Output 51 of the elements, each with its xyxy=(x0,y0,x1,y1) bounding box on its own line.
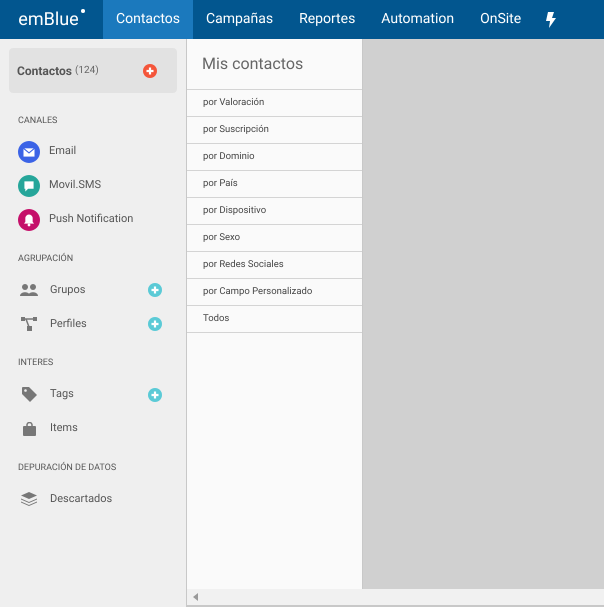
scroll-left-icon[interactable] xyxy=(193,593,198,601)
filter-item[interactable]: por Sexo xyxy=(187,225,362,252)
horizontal-scrollbar[interactable] xyxy=(187,589,604,607)
sidebar-item[interactable]: Email xyxy=(0,134,186,168)
nav-tab[interactable]: Automation xyxy=(368,0,468,39)
nav-tab[interactable]: Campañas xyxy=(193,0,286,39)
contacts-card[interactable]: Contactos (124) xyxy=(9,48,177,93)
item-label: Push Notification xyxy=(49,211,134,228)
add-icon[interactable] xyxy=(148,317,162,331)
panel-title: Mis contactos xyxy=(187,39,362,90)
sidebar-item[interactable]: Tags xyxy=(0,378,186,412)
item-label: Items xyxy=(49,420,79,436)
section-heading: DEPURACIÓN DE DATOS xyxy=(17,462,118,474)
hierarchy-icon xyxy=(21,317,37,331)
filter-item[interactable]: por Valoración xyxy=(187,90,362,117)
filter-item[interactable]: por Dominio xyxy=(187,144,362,171)
filter-item[interactable]: por Redes Sociales xyxy=(187,252,362,279)
people-icon xyxy=(20,284,38,296)
section-heading: INTERES xyxy=(17,357,54,370)
brand-logo[interactable]: emBlue xyxy=(18,6,85,33)
section-heading: CANALES xyxy=(17,115,58,128)
filter-item[interactable]: por Dispositivo xyxy=(187,198,362,225)
contacts-title: Contactos xyxy=(17,62,72,80)
sidebar-item[interactable]: Items xyxy=(0,412,186,446)
filter-item[interactable]: por País xyxy=(187,171,362,198)
item-label: Descartados xyxy=(49,490,114,507)
filter-item[interactable]: por Campo Personalizado xyxy=(187,279,362,306)
nav-tab[interactable]: Reportes xyxy=(286,0,368,39)
add-icon[interactable] xyxy=(143,64,157,78)
nav-tab[interactable]: Contactos xyxy=(103,0,194,39)
section-heading: AGRUPACIÓN xyxy=(17,252,74,266)
filter-item[interactable]: por Suscripción xyxy=(187,117,362,144)
sidebar-item[interactable]: Movil.SMS xyxy=(0,168,186,202)
shopping-bag-icon xyxy=(22,422,36,436)
contacts-count: (124) xyxy=(74,64,99,78)
bolt-icon[interactable] xyxy=(546,12,556,28)
item-label: Tags xyxy=(49,386,75,402)
item-label: Grupos xyxy=(49,282,86,298)
sidebar-item[interactable]: Grupos xyxy=(0,273,186,307)
item-label: Movil.SMS xyxy=(49,177,102,194)
item-label: Email xyxy=(49,143,78,160)
add-icon[interactable] xyxy=(148,388,162,402)
nav-tab[interactable]: OnSite xyxy=(467,0,534,39)
sidebar-item[interactable]: Descartados xyxy=(0,482,186,516)
add-icon[interactable] xyxy=(148,283,162,297)
item-label: Perfiles xyxy=(49,316,88,332)
filter-item[interactable]: Todos xyxy=(187,306,362,333)
sidebar-item[interactable]: Push Notification xyxy=(0,202,186,236)
sidebar-item[interactable]: Perfiles xyxy=(0,307,186,341)
tag-icon xyxy=(22,387,36,402)
layers-icon xyxy=(21,492,37,506)
